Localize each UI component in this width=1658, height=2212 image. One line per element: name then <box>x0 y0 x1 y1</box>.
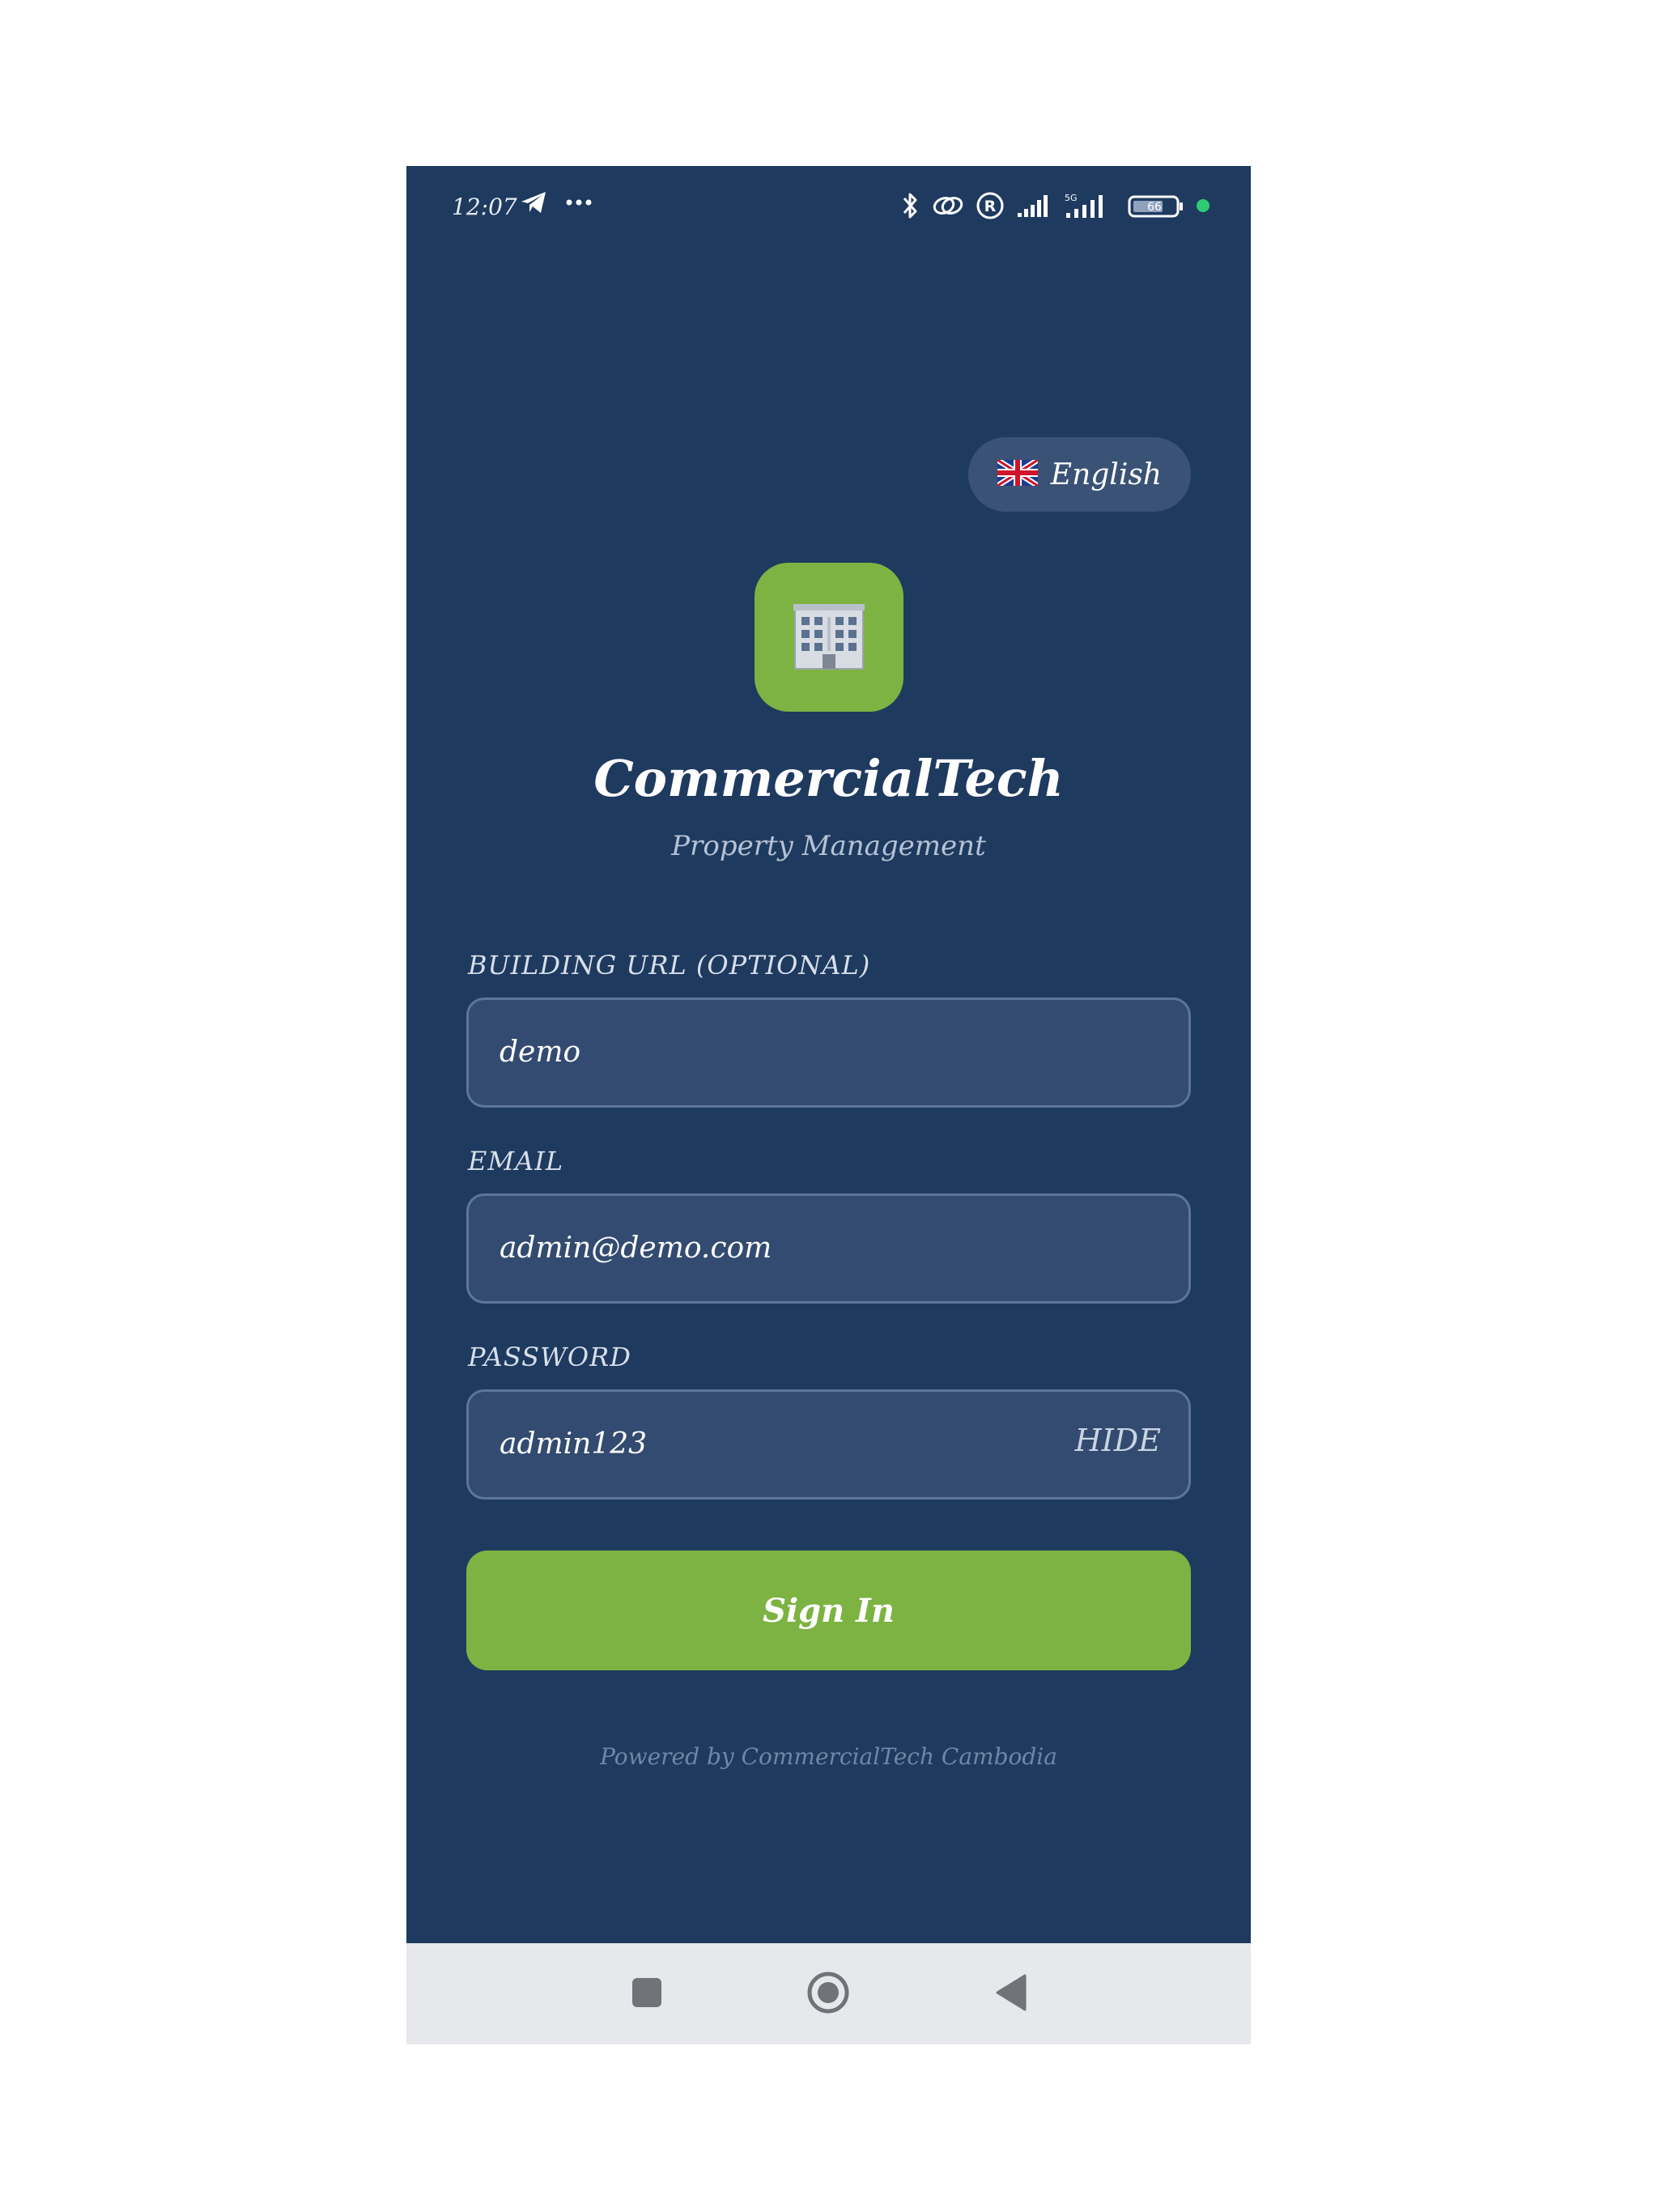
password-label: PASSWORD <box>468 1342 631 1372</box>
app-logo <box>755 563 903 712</box>
more-dots-icon <box>565 198 593 206</box>
network-type-label: 5G <box>1065 193 1078 203</box>
battery-level: 66 <box>1147 201 1162 214</box>
footer-credit: Powered by CommercialTech Cambodia <box>600 1743 1057 1770</box>
phone-frame: 12:07 R 5G 66 English CommercialTech Pro… <box>406 166 1251 2044</box>
app-subtitle: Property Management <box>671 830 986 862</box>
password-value: admin123 <box>500 1427 648 1461</box>
building-url-value: demo <box>500 1036 581 1069</box>
registered-icon: R <box>976 191 1005 220</box>
recents-button[interactable] <box>625 1972 669 2016</box>
home-button[interactable] <box>806 1972 850 2016</box>
password-visibility-toggle[interactable]: HIDE <box>1075 1423 1161 1458</box>
uk-flag-icon <box>995 457 1039 489</box>
app-title: CommercialTech <box>593 749 1064 808</box>
system-nav-bar <box>406 1943 1251 2044</box>
password-field[interactable]: admin123 HIDE <box>466 1389 1191 1499</box>
link-icon <box>932 192 964 219</box>
building-url-field[interactable]: demo <box>466 998 1191 1108</box>
back-button[interactable] <box>989 1972 1033 2016</box>
email-value: admin@demo.com <box>500 1231 772 1265</box>
bluetooth-icon <box>901 190 920 221</box>
language-label: English <box>1050 457 1162 491</box>
telegram-icon <box>520 190 547 215</box>
email-field[interactable]: admin@demo.com <box>466 1193 1191 1304</box>
signal-icon <box>1016 194 1052 218</box>
office-building-icon <box>790 601 868 674</box>
green-dot-indicator <box>1196 198 1210 213</box>
circle-home-icon <box>806 1971 850 2018</box>
triangle-back-icon <box>994 1974 1028 2014</box>
email-label: EMAIL <box>468 1146 564 1176</box>
sign-in-button[interactable]: Sign In <box>466 1551 1191 1670</box>
language-selector[interactable]: English <box>967 437 1191 512</box>
status-time: 12:07 <box>452 194 517 220</box>
login-screen: 12:07 R 5G 66 English CommercialTech Pro… <box>406 166 1251 1943</box>
signal-5g-icon: 5G <box>1063 192 1116 219</box>
battery-icon: 66 <box>1128 192 1184 219</box>
square-icon <box>631 1976 663 2012</box>
status-bar: 12:07 R 5G 66 <box>406 166 1251 255</box>
status-right-icons: R 5G 66 <box>901 190 1210 221</box>
status-left-icons <box>520 190 593 215</box>
building-url-label: BUILDING URL (OPTIONAL) <box>468 950 871 981</box>
svg-text:R: R <box>984 198 997 215</box>
